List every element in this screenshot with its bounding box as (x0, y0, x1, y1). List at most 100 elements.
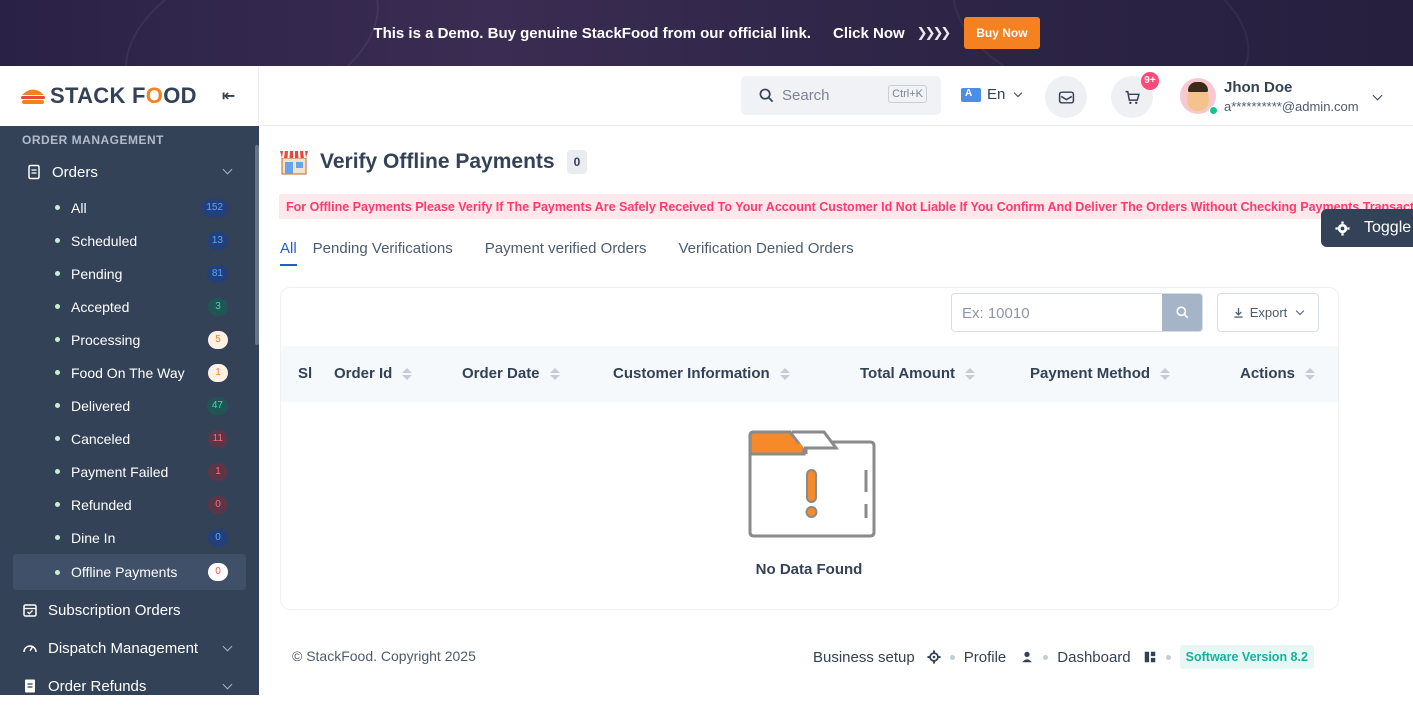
bullet-icon (55, 370, 60, 375)
buy-now-button[interactable]: Buy Now (964, 17, 1040, 49)
sidebar-item-label: Delivered (71, 397, 131, 414)
page-count-badge: 0 (566, 150, 588, 174)
tab-all[interactable]: All (280, 240, 297, 270)
brand-logo[interactable]: STACK FOOD (20, 83, 197, 109)
search-submit-button[interactable] (1162, 294, 1202, 331)
count-badge: 1 (208, 364, 228, 382)
export-button[interactable]: Export (1217, 293, 1319, 332)
mail-icon (1058, 90, 1074, 104)
sidebar-item-label: Orders (52, 163, 98, 181)
sidebar-item-refunded[interactable]: Refunded 0 (0, 488, 259, 521)
tab-pending-verifications[interactable]: Pending Verifications (313, 240, 453, 270)
user-menu[interactable]: Jhon Doe a**********@admin.com (1180, 78, 1383, 115)
user-email: a**********@admin.com (1224, 98, 1359, 114)
separator-dot (1043, 654, 1049, 660)
sidebar-item-label: Offline Payments (71, 564, 178, 580)
sidebar-item-label: Refunded (71, 496, 132, 513)
sidebar-item-label: Payment Failed (71, 463, 169, 480)
column-header-actions[interactable]: Actions (1240, 365, 1316, 382)
sidebar-item-accepted[interactable]: Accepted 3 (0, 290, 259, 323)
verification-tabs: All Pending Verifications Payment verifi… (280, 240, 886, 270)
online-status-dot (1209, 106, 1218, 115)
column-header-total-amount[interactable]: Total Amount (860, 365, 975, 382)
sidebar-item-canceled[interactable]: Canceled 11 (0, 422, 259, 455)
messages-button[interactable] (1045, 76, 1087, 118)
chevrons-right-icon: ❯❯❯❯ (916, 25, 952, 40)
table-header: Sl Order Id Order Date Customer Informat… (281, 346, 1338, 402)
demo-banner-text: This is a Demo. Buy genuine StackFood fr… (373, 24, 811, 42)
orders-icon (28, 164, 40, 180)
count-badge: 152 (201, 199, 228, 217)
top-header: Search Ctrl+K En 9+ Jhon Doe a**********… (259, 66, 1413, 126)
tab-payment-verified-orders[interactable]: Payment verified Orders (485, 240, 647, 270)
column-header-sl: Sl (298, 365, 313, 382)
column-header-customer-information[interactable]: Customer Information (613, 365, 790, 382)
sidebar-item-label: Dine In (71, 529, 116, 546)
dispatch-gauge-icon (23, 645, 37, 653)
search-icon (759, 88, 774, 103)
footer-link-dashboard[interactable]: Dashboard (1057, 649, 1156, 666)
column-header-order-id[interactable]: Order Id (334, 365, 413, 382)
bullet-icon (55, 271, 60, 276)
sidebar-item-scheduled[interactable]: Scheduled 13 (0, 224, 259, 257)
table-search: Ex: 10010 (951, 293, 1203, 332)
sidebar-item-offline-payments[interactable]: Offline Payments 0 (13, 554, 246, 590)
toggle-button[interactable]: Toggle (1321, 209, 1413, 247)
footer-links: Business setup Profile Dashboard Softwar… (813, 645, 1314, 669)
sidebar-item-label: Processing (71, 331, 141, 348)
dashboard-icon (1144, 651, 1155, 663)
separator-dot (949, 654, 955, 660)
bullet-icon (55, 403, 60, 408)
sort-icon (402, 367, 413, 380)
chevron-down-icon (222, 164, 233, 175)
bullet-icon (55, 469, 60, 474)
sort-icon (1305, 367, 1316, 380)
chevron-down-icon (222, 679, 233, 690)
bullet-icon (55, 570, 60, 575)
footer-link-profile[interactable]: Profile (964, 649, 1035, 666)
global-search-input[interactable]: Search Ctrl+K (741, 76, 941, 115)
sidebar-item-label: Food On The Way (71, 364, 185, 381)
order-search-input[interactable]: Ex: 10010 (952, 294, 1162, 331)
count-badge: 3 (208, 298, 228, 316)
sidebar-item-processing[interactable]: Processing 5 (0, 323, 259, 356)
brand-bar: STACK FOOD ⇤ (0, 66, 259, 126)
sidebar-item-dine-in[interactable]: Dine In 0 (0, 521, 259, 554)
count-badge: 13 (206, 232, 228, 250)
count-badge: 5 (208, 331, 228, 349)
sidebar-item-all[interactable]: All 152 (0, 191, 259, 224)
sidebar-item-subscription-orders[interactable]: Subscription Orders (0, 591, 259, 629)
column-header-order-date[interactable]: Order Date (462, 365, 560, 382)
count-badge: 1 (208, 463, 228, 481)
cart-button[interactable]: 9+ (1111, 72, 1159, 118)
sidebar-item-food-on-the-way[interactable]: Food On The Way 1 (0, 356, 259, 389)
separator-dot (1165, 654, 1171, 660)
sidebar-item-order-refunds[interactable]: Order Refunds (0, 667, 259, 705)
chevron-down-icon (222, 641, 233, 652)
bullet-icon (55, 205, 60, 210)
sidebar-item-payment-failed[interactable]: Payment Failed 1 (0, 455, 259, 488)
sidebar-item-delivered[interactable]: Delivered 47 (0, 389, 259, 422)
sort-icon (1160, 367, 1171, 380)
sidebar-item-label: Canceled (71, 430, 131, 447)
sidebar-scrollbar[interactable] (255, 145, 259, 345)
page-title: Verify Offline Payments (320, 150, 555, 173)
search-shortcut-hint: Ctrl+K (888, 85, 927, 103)
burger-logo-icon (21, 89, 45, 104)
footer-link-business-setup[interactable]: Business setup (813, 649, 941, 666)
sidebar-item-orders[interactable]: Orders (0, 155, 259, 189)
sidebar-item-label: Pending (71, 265, 123, 282)
sidebar-item-dispatch-management[interactable]: Dispatch Management (0, 629, 259, 667)
collapse-sidebar-icon[interactable]: ⇤ (222, 86, 235, 106)
count-badge: 11 (207, 430, 228, 448)
toggle-label: Toggle (1364, 219, 1412, 236)
orders-table-card: Ex: 10010 Export Sl Order Id Order Date … (280, 287, 1339, 610)
bullet-icon (55, 502, 60, 507)
language-selector[interactable]: En (961, 86, 1023, 103)
click-now-link[interactable]: Click Now (833, 25, 905, 42)
tab-verification-denied-orders[interactable]: Verification Denied Orders (679, 240, 854, 270)
sidebar-item-pending[interactable]: Pending 81 (0, 257, 259, 290)
chevron-down-icon (1372, 90, 1383, 101)
bullet-icon (55, 238, 60, 243)
column-header-payment-method[interactable]: Payment Method (1030, 365, 1171, 382)
